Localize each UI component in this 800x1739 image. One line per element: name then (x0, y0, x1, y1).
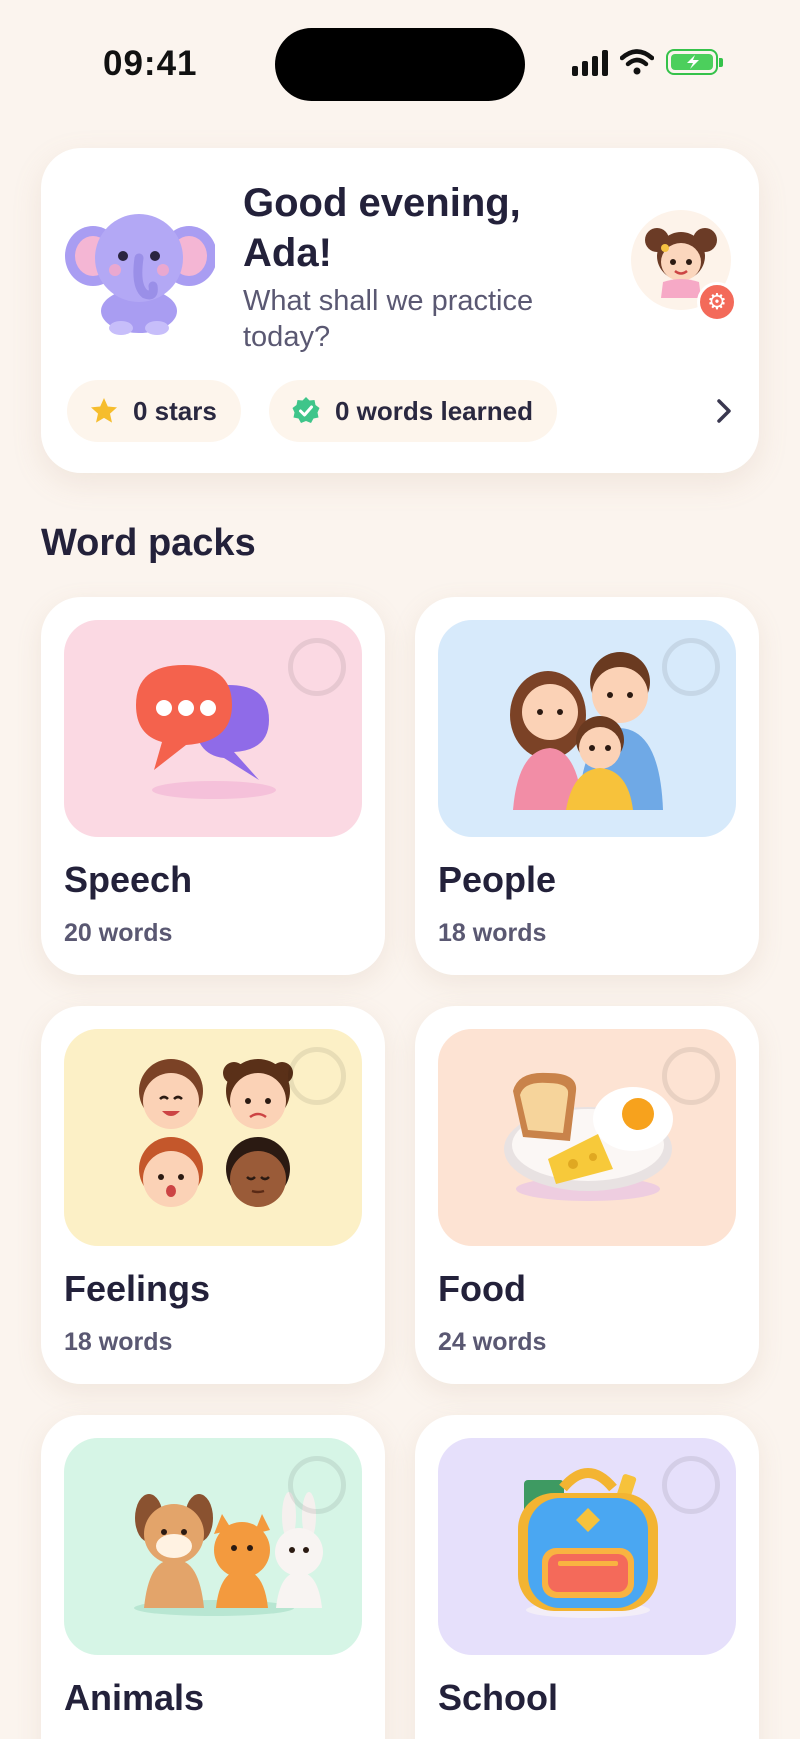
progress-ring (662, 638, 720, 696)
pack-thumbnail (64, 1438, 362, 1655)
pack-card-school[interactable]: School (415, 1415, 759, 1739)
verified-badge-icon (292, 397, 320, 423)
greeting-title: Good evening, Ada! (243, 181, 521, 275)
wifi-icon (620, 49, 654, 75)
settings-gear-icon[interactable]: ⚙ (697, 282, 737, 322)
pack-thumbnail (438, 620, 736, 837)
elephant-mascot-icon (65, 214, 215, 335)
stars-label: 0 stars (133, 395, 217, 426)
greeting-card: Good evening, Ada! What shall we practic… (41, 148, 759, 473)
pack-card-animals[interactable]: Animals (41, 1415, 385, 1739)
words-learned-chip: 0 words learned (269, 380, 557, 442)
pack-word-count: 24 words (438, 1328, 547, 1356)
pack-name: Speech (64, 859, 193, 900)
pack-word-count: 20 words (64, 919, 173, 947)
pack-thumbnail (64, 1029, 362, 1246)
pack-name: School (438, 1677, 559, 1718)
pack-card-people[interactable]: People 18 words (415, 597, 759, 975)
signal-icon (572, 48, 608, 76)
section-title: Word packs (41, 522, 256, 564)
pack-name: Animals (64, 1677, 205, 1718)
dynamic-island (275, 28, 525, 101)
status-icons (572, 48, 723, 76)
progress-ring (288, 1456, 346, 1514)
greeting-subtitle: What shall we practice today? (243, 285, 534, 353)
progress-ring (662, 1047, 720, 1105)
pack-thumbnail (64, 620, 362, 837)
pack-thumbnail (438, 1438, 736, 1655)
star-icon (91, 398, 117, 423)
progress-ring (662, 1456, 720, 1514)
pack-card-food[interactable]: Food 24 words (415, 1006, 759, 1384)
status-time: 09:41 (103, 44, 198, 83)
pack-word-count: 18 words (64, 1328, 173, 1356)
chevron-right-icon[interactable] (709, 396, 739, 426)
pack-thumbnail (438, 1029, 736, 1246)
pack-word-count: 18 words (438, 919, 547, 947)
pack-card-speech[interactable]: Speech 20 words (41, 597, 385, 975)
progress-ring (288, 638, 346, 696)
words-learned-label: 0 words learned (335, 395, 533, 426)
battery-icon (666, 49, 723, 75)
status-bar: 09:41 (0, 0, 800, 120)
pack-name: Feelings (64, 1268, 211, 1309)
stars-chip: 0 stars (67, 380, 241, 442)
pack-card-feelings[interactable]: Feelings 18 words (41, 1006, 385, 1384)
pack-name: People (438, 859, 557, 900)
pack-name: Food (438, 1268, 526, 1309)
progress-ring (288, 1047, 346, 1105)
